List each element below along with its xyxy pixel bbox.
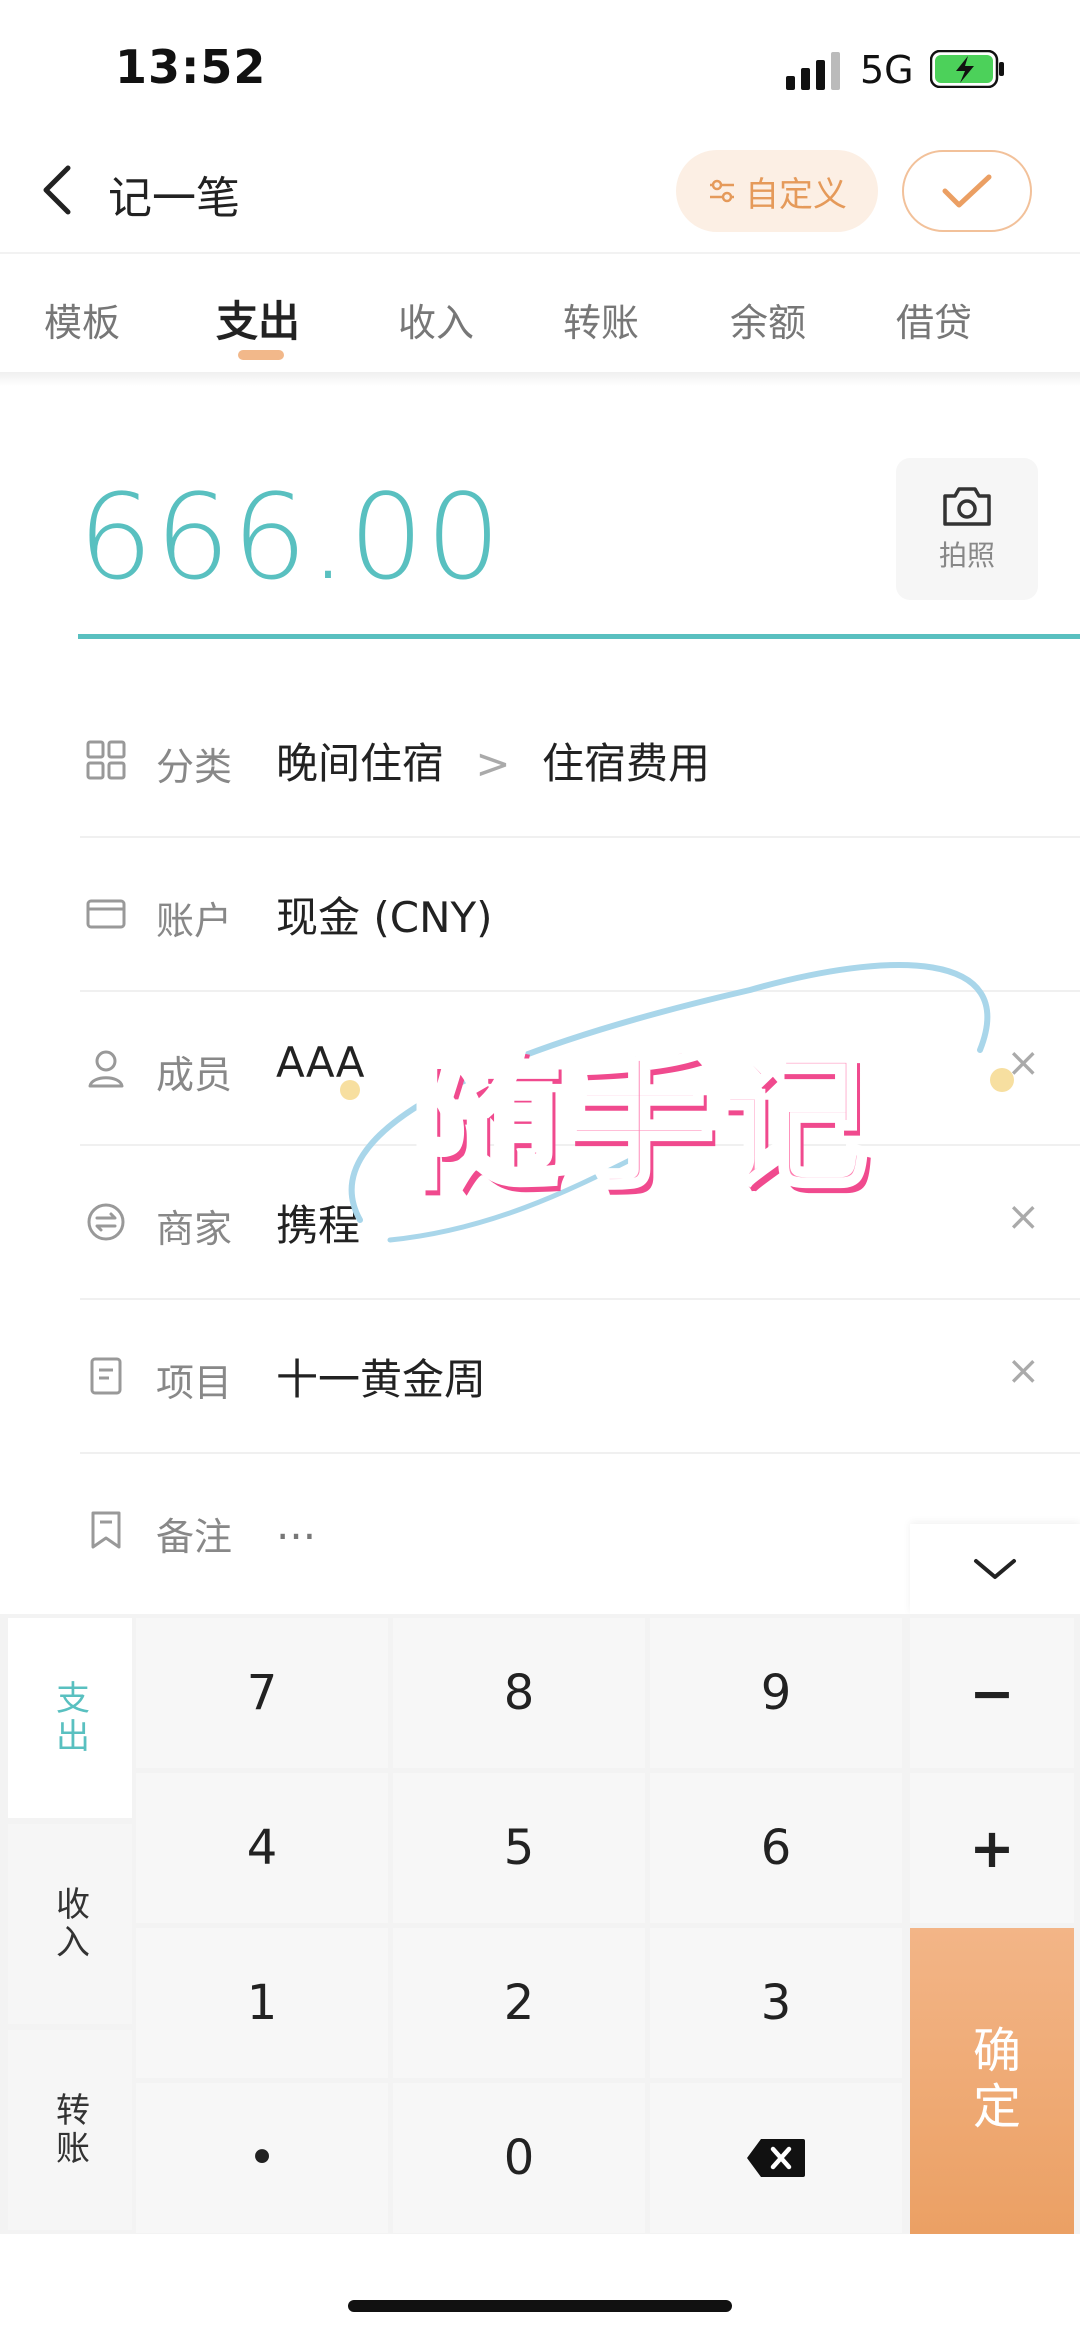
keypad-tab-expense[interactable]: 支出 (8, 1618, 132, 1818)
key-8[interactable]: 8 (393, 1618, 645, 1768)
tab-income[interactable]: 收入 (398, 292, 474, 347)
member-value: AAA (276, 1038, 365, 1087)
tabs-shadow (0, 372, 1080, 386)
backspace-key[interactable] (650, 2083, 902, 2233)
tab-template[interactable]: 模板 (44, 292, 120, 347)
grid-icon (86, 740, 126, 780)
keypad-tab-income[interactable]: 收入 (8, 1824, 132, 2024)
key-3[interactable]: 3 (650, 1928, 902, 2078)
key-decimal[interactable]: • (136, 2083, 388, 2233)
category-sub: 住宿费用 (541, 739, 710, 788)
camera-icon (943, 487, 991, 526)
keypad-tab-transfer[interactable]: 转账 (8, 2030, 132, 2230)
network-type: 5G (860, 48, 914, 92)
merchant-value: 携程 (276, 1201, 361, 1250)
category-main: 晚间住宿 (276, 739, 445, 788)
amount-underline (78, 634, 1080, 639)
account-label: 账户 (156, 899, 233, 943)
minus-key[interactable]: − (910, 1618, 1074, 1768)
tab-loan[interactable]: 借贷 (896, 292, 972, 347)
member-label: 成员 (156, 1053, 233, 1097)
category-separator: > (475, 739, 511, 788)
merchant-swap-icon (87, 1203, 125, 1241)
project-clear-icon[interactable]: × (1006, 1348, 1040, 1394)
photo-button[interactable]: 拍照 (896, 458, 1038, 600)
save-check-button[interactable] (902, 150, 1032, 232)
back-chevron-icon[interactable] (38, 160, 78, 220)
signal-icon (786, 52, 840, 90)
type-tabs: 模板 支出 收入 转账 余额 借贷 (0, 292, 1080, 352)
document-icon (90, 1357, 122, 1395)
plus-key[interactable]: + (910, 1773, 1074, 1923)
project-label: 项目 (156, 1361, 233, 1405)
confirm-key[interactable]: 确定 (910, 1928, 1074, 2234)
chevron-down-icon (974, 1559, 1016, 1579)
check-icon (942, 174, 992, 208)
project-row[interactable]: 项目 十一黄金周 × (80, 1300, 1080, 1454)
wallet-icon (86, 899, 126, 929)
tab-expense[interactable]: 支出 (216, 288, 300, 349)
customize-label: 自定义 (745, 174, 847, 215)
sliders-icon (710, 179, 734, 203)
merchant-label: 商家 (156, 1207, 233, 1251)
member-row[interactable]: 成员 AAA × (80, 992, 1080, 1146)
battery-charging-icon (930, 50, 1004, 88)
key-0[interactable]: 0 (393, 2083, 645, 2233)
tab-transfer[interactable]: 转账 (563, 292, 639, 347)
customize-button[interactable]: 自定义 (676, 150, 878, 232)
key-5[interactable]: 5 (393, 1773, 645, 1923)
note-label: 备注 (156, 1515, 233, 1559)
project-value: 十一黄金周 (276, 1355, 487, 1404)
merchant-row[interactable]: 商家 携程 × (80, 1146, 1080, 1300)
member-clear-icon[interactable]: × (1006, 1040, 1040, 1086)
key-1[interactable]: 1 (136, 1928, 388, 2078)
merchant-clear-icon[interactable]: × (1006, 1194, 1040, 1240)
tab-balance[interactable]: 余额 (730, 292, 806, 347)
home-indicator (348, 2300, 732, 2312)
page-title: 记一笔 (108, 173, 240, 224)
category-label: 分类 (156, 745, 233, 789)
person-icon (88, 1050, 124, 1088)
status-time: 13:52 (115, 40, 267, 94)
collapse-keypad-button[interactable] (910, 1524, 1080, 1614)
header-divider (0, 252, 1080, 254)
category-row[interactable]: 分类 晚间住宿 > 住宿费用 (80, 684, 1080, 838)
note-input[interactable]: ... (276, 1500, 316, 1549)
category-value: 晚间住宿 > 住宿费用 (276, 730, 710, 791)
amount-display[interactable]: 666.00 (78, 468, 503, 606)
key-2[interactable]: 2 (393, 1928, 645, 2078)
active-tab-indicator (238, 350, 284, 360)
number-keypad: 支出 收入 转账 7 8 9 4 5 6 1 2 3 • 0 − + 确定 (0, 1614, 1080, 2234)
bookmark-icon (91, 1511, 121, 1549)
account-value: 现金 (CNY) (276, 893, 493, 942)
key-9[interactable]: 9 (650, 1618, 902, 1768)
account-row[interactable]: 账户 现金 (CNY) (80, 838, 1080, 992)
photo-label: 拍照 (938, 539, 995, 572)
key-7[interactable]: 7 (136, 1618, 388, 1768)
key-4[interactable]: 4 (136, 1773, 388, 1923)
key-6[interactable]: 6 (650, 1773, 902, 1923)
backspace-icon (747, 2139, 805, 2177)
